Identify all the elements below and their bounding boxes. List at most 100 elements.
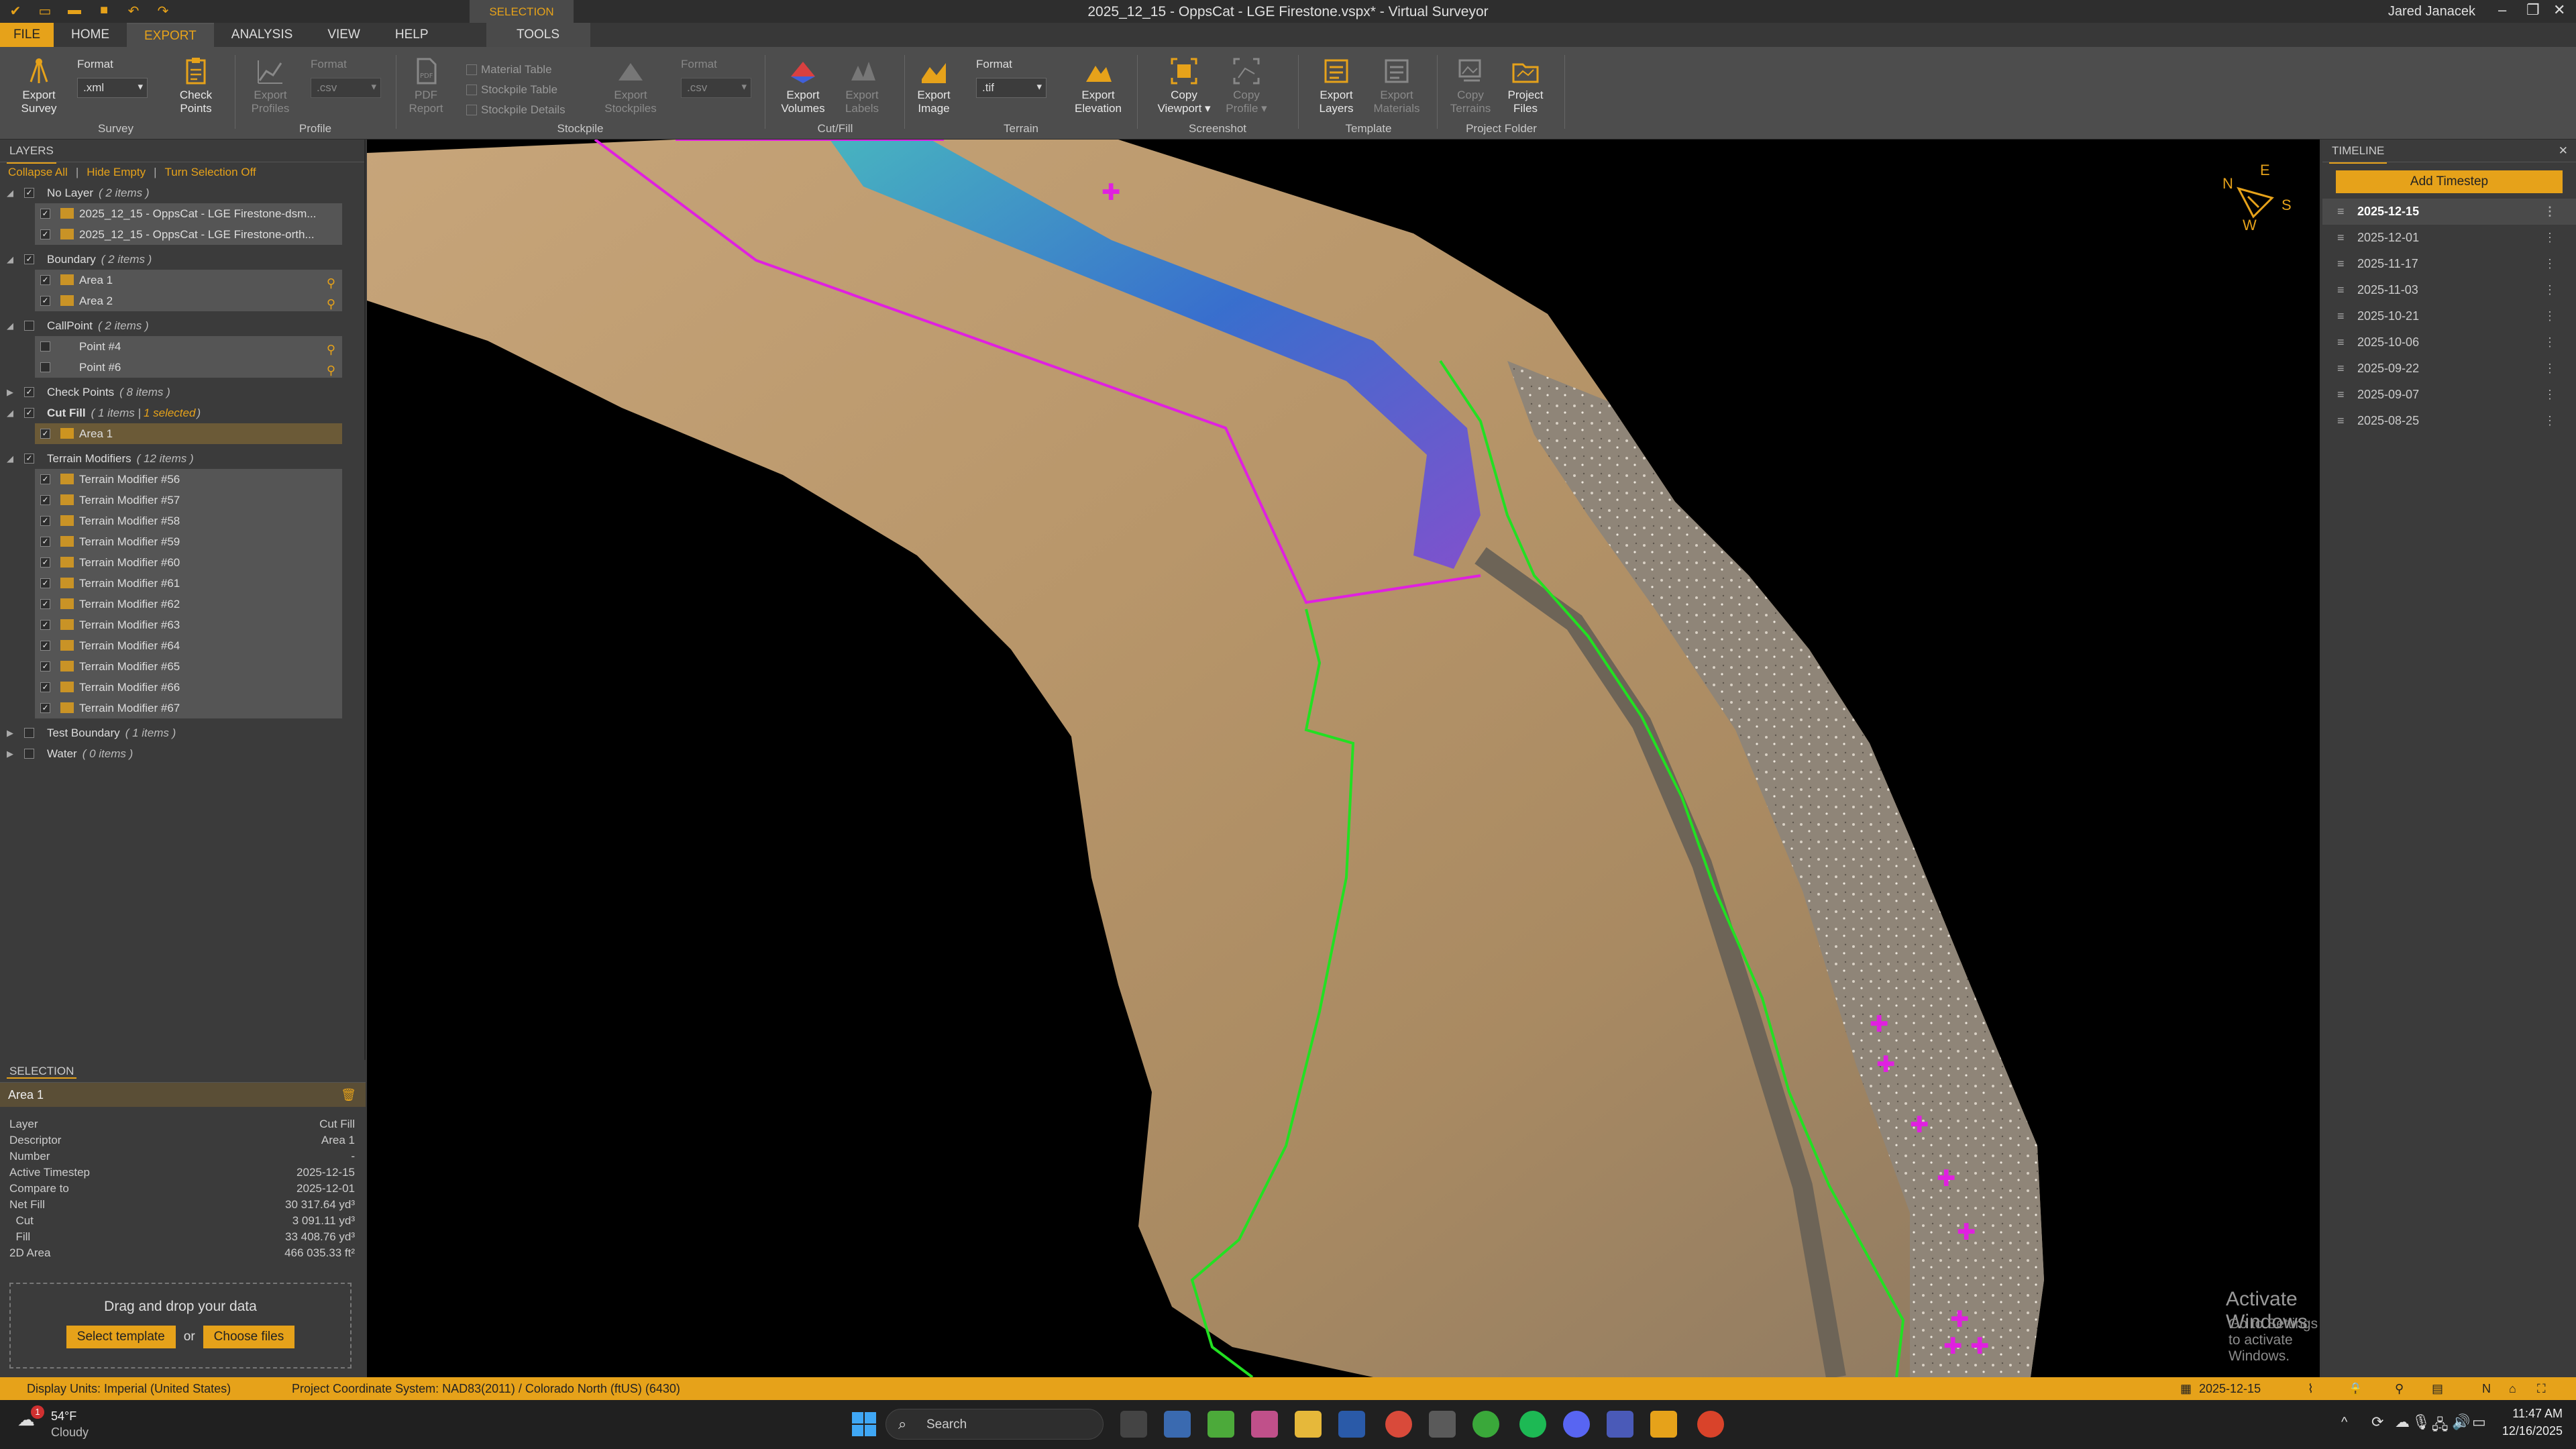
layer-group-checkbox[interactable]: ✓	[24, 453, 34, 464]
collapse-arrow-icon[interactable]: ◢	[7, 402, 16, 423]
layer-item[interactable]: ✓ Terrain Modifier #56	[35, 469, 342, 490]
collapse-arrow-icon[interactable]: ◢	[7, 448, 16, 469]
timestep-menu-icon[interactable]: ⋮	[2544, 277, 2556, 303]
layer-item[interactable]: ✓ Area 1 ⚲	[35, 270, 342, 290]
hide-empty-link[interactable]: Hide Empty	[87, 166, 146, 178]
weather-widget[interactable]: ☁ 1 54°F Cloudy	[17, 1405, 111, 1442]
timestep-menu-icon[interactable]: ⋮	[2544, 382, 2556, 408]
layer-item-checkbox[interactable]: ✓	[40, 703, 50, 713]
layer-item[interactable]: ✓ Terrain Modifier #59	[35, 531, 342, 552]
tree-icon[interactable]: ⚲	[2395, 1377, 2404, 1400]
volume-icon[interactable]: 🔊	[2452, 1413, 2470, 1431]
timestep-item[interactable]: 2025-09-07 ⋮	[2322, 382, 2576, 408]
evernote-icon[interactable]	[1208, 1411, 1234, 1438]
layer-group-checkbox[interactable]: ✓	[24, 387, 34, 397]
clock-time[interactable]: 11:47 AM	[2496, 1407, 2563, 1421]
select-template-button[interactable]: Select template	[66, 1326, 176, 1348]
tab-analysis[interactable]: ANALYSIS	[214, 23, 311, 47]
layer-item-checkbox[interactable]: ✓	[40, 474, 50, 484]
layer-group-checkbox[interactable]: ✓	[24, 408, 34, 418]
tab-help[interactable]: HELP	[378, 23, 446, 47]
terrain-format-select[interactable]: .tif	[976, 78, 1046, 98]
layer-item-checkbox[interactable]	[40, 362, 50, 372]
add-timestep-button[interactable]: Add Timestep	[2336, 170, 2563, 193]
battery-icon[interactable]: ▭	[2472, 1413, 2486, 1431]
stockpile-details-checkbox[interactable]: Stockpile Details	[466, 103, 566, 117]
active-timestep-status[interactable]: 2025-12-15	[2199, 1377, 2261, 1400]
layer-item[interactable]: ✓ Terrain Modifier #60	[35, 552, 342, 573]
layer-item-checkbox[interactable]: ✓	[40, 578, 50, 588]
layer-item-checkbox[interactable]: ✓	[40, 296, 50, 306]
layer-item[interactable]: ✓ Terrain Modifier #63	[35, 614, 342, 635]
qgis-icon[interactable]	[1472, 1411, 1499, 1438]
close-icon[interactable]: ✕	[2553, 1, 2565, 19]
layer-item-checkbox[interactable]: ✓	[40, 516, 50, 526]
drop-zone[interactable]: Drag and drop your data Select template …	[9, 1283, 352, 1368]
pdf-report-button[interactable]: PDF PDF Report	[399, 56, 453, 115]
layer-item-checkbox[interactable]: ✓	[40, 275, 50, 285]
home-icon[interactable]: ⌂	[2509, 1377, 2516, 1400]
timestep-item[interactable]: 2025-08-25 ⋮	[2322, 408, 2576, 434]
coordinate-system[interactable]: Project Coordinate System: NAD83(2011) /…	[292, 1377, 680, 1400]
export-image-button[interactable]: Export Image	[907, 56, 961, 115]
export-elevation-button[interactable]: Export Elevation	[1071, 56, 1125, 115]
layer-group-checkbox[interactable]	[24, 749, 34, 759]
tab-file[interactable]: FILE	[0, 23, 54, 47]
virtual-surveyor-icon[interactable]	[1650, 1411, 1677, 1438]
minimize-icon[interactable]: –	[2498, 1, 2506, 19]
layer-item-checkbox[interactable]: ✓	[40, 537, 50, 547]
network-icon[interactable]: 🖧	[2432, 1413, 2449, 1439]
export-layers-button[interactable]: Export Layers	[1309, 56, 1363, 115]
delete-icon[interactable]: 🗑	[341, 1083, 356, 1107]
calculator-icon[interactable]	[1429, 1411, 1456, 1438]
expand-arrow-icon[interactable]: ▶	[7, 743, 16, 764]
layer-group[interactable]: ◢ ✓ No Layer ( 2 items )	[0, 182, 364, 203]
collapse-arrow-icon[interactable]: ◢	[7, 249, 16, 270]
timestep-item[interactable]: 2025-12-01 ⋮	[2322, 225, 2576, 251]
collapse-arrow-icon[interactable]: ◢	[7, 182, 16, 203]
layer-group[interactable]: ◢ ✓ Boundary ( 2 items )	[0, 249, 364, 270]
cloud-icon[interactable]: ☁	[2395, 1413, 2410, 1431]
close-timeline-icon[interactable]: ✕	[2559, 140, 2568, 162]
layer-group[interactable]: ▶ ✓ Check Points ( 8 items )	[0, 382, 364, 402]
pin-icon[interactable]: ⚲	[327, 360, 335, 381]
copilot-icon[interactable]	[1251, 1411, 1278, 1438]
timestep-menu-icon[interactable]: ⋮	[2544, 199, 2556, 225]
copy-terrains-button[interactable]: Copy Terrains	[1444, 56, 1497, 115]
compass-widget[interactable]: N E S W	[2218, 162, 2292, 237]
layer-item-checkbox[interactable]: ✓	[40, 429, 50, 439]
tab-export[interactable]: EXPORT	[127, 23, 214, 47]
layer-item[interactable]: Point #6 ⚲	[35, 357, 342, 378]
3d-viewport[interactable]: ✚ ✚ ✚ ✚ ✚ ✚ ✚ ✚ ✚ N E S W Activate Windo…	[367, 140, 2320, 1377]
export-profiles-button[interactable]: Export Profiles	[244, 56, 297, 115]
timestep-item[interactable]: 2025-10-06 ⋮	[2322, 329, 2576, 356]
timestep-item[interactable]: 2025-10-21 ⋮	[2322, 303, 2576, 329]
layer-item[interactable]: ✓ Terrain Modifier #61	[35, 573, 342, 594]
check-points-button[interactable]: Check Points	[169, 56, 223, 115]
timestep-item[interactable]: 2025-12-15 ⋮	[2322, 199, 2576, 225]
display-units[interactable]: Display Units: Imperial (United States)	[27, 1377, 231, 1400]
microphone-icon[interactable]: 🎙	[2412, 1413, 2430, 1431]
sync-icon[interactable]: ⟳	[2371, 1413, 2383, 1431]
layer-item[interactable]: ✓ Terrain Modifier #57	[35, 490, 342, 511]
layer-item-checkbox[interactable]: ✓	[40, 661, 50, 672]
stockpile-table-checkbox[interactable]: Stockpile Table	[466, 83, 557, 97]
collapse-arrow-icon[interactable]: ◢	[7, 315, 16, 336]
layer-group-checkbox[interactable]: ✓	[24, 254, 34, 264]
layer-group[interactable]: ◢ CallPoint ( 2 items )	[0, 315, 364, 336]
stockpile-format-select[interactable]: .csv	[681, 78, 751, 98]
layer-item[interactable]: ✓ Area 1	[35, 423, 342, 444]
layer-group[interactable]: ▶ Test Boundary ( 1 items )	[0, 722, 364, 743]
app-icon[interactable]	[1607, 1411, 1633, 1438]
file-explorer-icon[interactable]	[1295, 1411, 1322, 1438]
material-table-checkbox[interactable]: Material Table	[466, 63, 552, 76]
export-materials-button[interactable]: Export Materials	[1370, 56, 1424, 115]
layer-item[interactable]: ✓ 2025_12_15 - OppsCat - LGE Firestone-or…	[35, 224, 342, 245]
layer-group[interactable]: ◢ ✓ Cut Fill ( 1 items | 1 selected)	[0, 402, 364, 423]
snipping-tool-icon[interactable]	[1164, 1411, 1191, 1438]
tab-tools[interactable]: TOOLS	[486, 23, 590, 47]
start-button[interactable]	[852, 1412, 876, 1436]
tray-chevron-icon[interactable]: ^	[2341, 1415, 2347, 1430]
layer-item[interactable]: ✓ Terrain Modifier #64	[35, 635, 342, 656]
chrome-icon[interactable]	[1385, 1411, 1412, 1438]
